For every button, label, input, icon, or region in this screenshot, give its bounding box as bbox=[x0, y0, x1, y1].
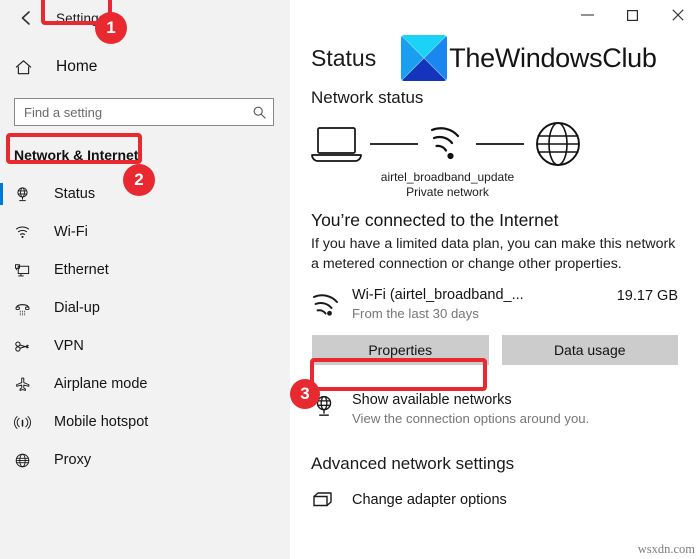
change-adapter-options-label: Change adapter options bbox=[352, 492, 507, 508]
data-usage-row[interactable]: Wi-Fi (airtel_broadband_... From the las… bbox=[290, 286, 700, 323]
adapter-icon bbox=[312, 491, 346, 509]
sidebar-titlebar: Settings bbox=[0, 0, 290, 36]
show-available-networks-subtitle: View the connection options around you. bbox=[352, 411, 590, 426]
sidebar-item-label-wifi: Wi-Fi bbox=[54, 224, 88, 240]
network-type: Private network bbox=[406, 185, 489, 199]
sidebar-item-label-airplane-mode: Airplane mode bbox=[54, 376, 148, 392]
sidebar-item-label-home: Home bbox=[56, 58, 98, 75]
airplane-icon bbox=[14, 376, 40, 393]
network-diagram-labels: airtel_broadband_update Private network bbox=[290, 170, 700, 200]
connection-status-title: You’re connected to the Internet bbox=[311, 210, 559, 230]
page-header: Status TheWindowsClub bbox=[290, 34, 700, 82]
hotspot-broadcast-icon bbox=[14, 414, 40, 431]
data-usage-texts: Wi-Fi (airtel_broadband_... From the las… bbox=[352, 286, 617, 323]
sidebar-item-airplane-mode[interactable]: Airplane mode bbox=[0, 365, 290, 403]
data-usage-name: Wi-Fi (airtel_broadband_... bbox=[352, 287, 524, 303]
search-icon[interactable] bbox=[252, 105, 267, 120]
laptop-icon bbox=[311, 127, 362, 162]
sidebar-item-ethernet[interactable]: Ethernet bbox=[0, 251, 290, 289]
sidebar-item-label-status: Status bbox=[54, 186, 96, 202]
network-ssid: airtel_broadband_update bbox=[380, 170, 515, 184]
show-available-networks-texts: Show available networks View the connect… bbox=[352, 391, 589, 428]
network-status-heading: Network status bbox=[311, 88, 424, 107]
network-diagram: airtel_broadband_update Private network bbox=[290, 122, 700, 206]
settings-window: Settings Home Netwo bbox=[0, 0, 700, 559]
sidebar-item-label-proxy: Proxy bbox=[54, 452, 92, 468]
close-button[interactable] bbox=[655, 0, 700, 30]
dialup-phone-icon bbox=[14, 300, 40, 317]
home-icon bbox=[14, 58, 42, 77]
sidebar-item-home[interactable]: Home bbox=[0, 50, 290, 84]
sidebar-item-mobile-hotspot[interactable]: Mobile hotspot bbox=[0, 403, 290, 441]
search-box[interactable] bbox=[14, 98, 274, 126]
annotation-badge-2: 2 bbox=[123, 164, 155, 196]
window-controls bbox=[290, 0, 700, 32]
globe-icon bbox=[536, 122, 580, 166]
wifi-icon bbox=[14, 224, 40, 240]
globe-monitor-icon bbox=[14, 186, 40, 203]
advanced-settings-heading: Advanced network settings bbox=[311, 454, 515, 473]
show-available-networks-row[interactable]: Show available networks View the connect… bbox=[290, 391, 700, 428]
brand-name: TheWindowsClub bbox=[449, 42, 657, 73]
wifi-signal-icon bbox=[312, 286, 346, 321]
sidebar-item-label-mobile-hotspot: Mobile hotspot bbox=[54, 414, 149, 430]
sidebar-item-wifi[interactable]: Wi-Fi bbox=[0, 213, 290, 251]
annotation-badge-1: 1 bbox=[95, 12, 127, 44]
vpn-key-icon bbox=[14, 339, 40, 354]
globe-icon bbox=[14, 452, 40, 469]
thewindowsclub-logo-icon bbox=[401, 35, 448, 81]
search-wrapper bbox=[14, 98, 274, 126]
page-title: Status bbox=[311, 44, 377, 71]
sidebar-item-dialup[interactable]: Dial-up bbox=[0, 289, 290, 327]
sidebar-nav-list: Status Wi-Fi Ethernet Dial-up VPN Airpla… bbox=[0, 175, 290, 479]
back-arrow-icon[interactable] bbox=[10, 3, 44, 33]
connection-status-description: If you have a limited data plan, you can… bbox=[311, 236, 676, 272]
sidebar-item-label-ethernet: Ethernet bbox=[54, 262, 109, 278]
ethernet-icon bbox=[14, 262, 40, 279]
main-content: Status TheWindowsClub Network status air… bbox=[290, 0, 700, 559]
properties-button[interactable]: Properties bbox=[312, 335, 489, 365]
change-adapter-options-row[interactable]: Change adapter options bbox=[290, 491, 700, 509]
sidebar: Settings Home Netwo bbox=[0, 0, 290, 559]
sidebar-category-title: Network & Internet bbox=[14, 147, 139, 163]
sidebar-item-proxy[interactable]: Proxy bbox=[0, 441, 290, 479]
wifi-signal-icon bbox=[430, 127, 460, 160]
data-usage-amount: 19.17 GB bbox=[616, 288, 678, 304]
show-available-networks-title: Show available networks bbox=[352, 392, 512, 408]
action-buttons-row: Properties Data usage bbox=[290, 335, 700, 365]
maximize-button[interactable] bbox=[610, 0, 655, 30]
data-usage-button[interactable]: Data usage bbox=[501, 335, 678, 365]
annotation-badge-3: 3 bbox=[290, 379, 320, 409]
watermark: wsxdn.com bbox=[637, 542, 695, 556]
sidebar-item-label-vpn: VPN bbox=[54, 338, 84, 354]
minimize-button[interactable] bbox=[565, 0, 610, 30]
search-input[interactable] bbox=[24, 104, 252, 120]
sidebar-item-vpn[interactable]: VPN bbox=[0, 327, 290, 365]
data-usage-period: From the last 30 days bbox=[352, 306, 479, 321]
sidebar-item-label-dialup: Dial-up bbox=[54, 300, 100, 316]
brand-logo: TheWindowsClub bbox=[401, 35, 657, 81]
